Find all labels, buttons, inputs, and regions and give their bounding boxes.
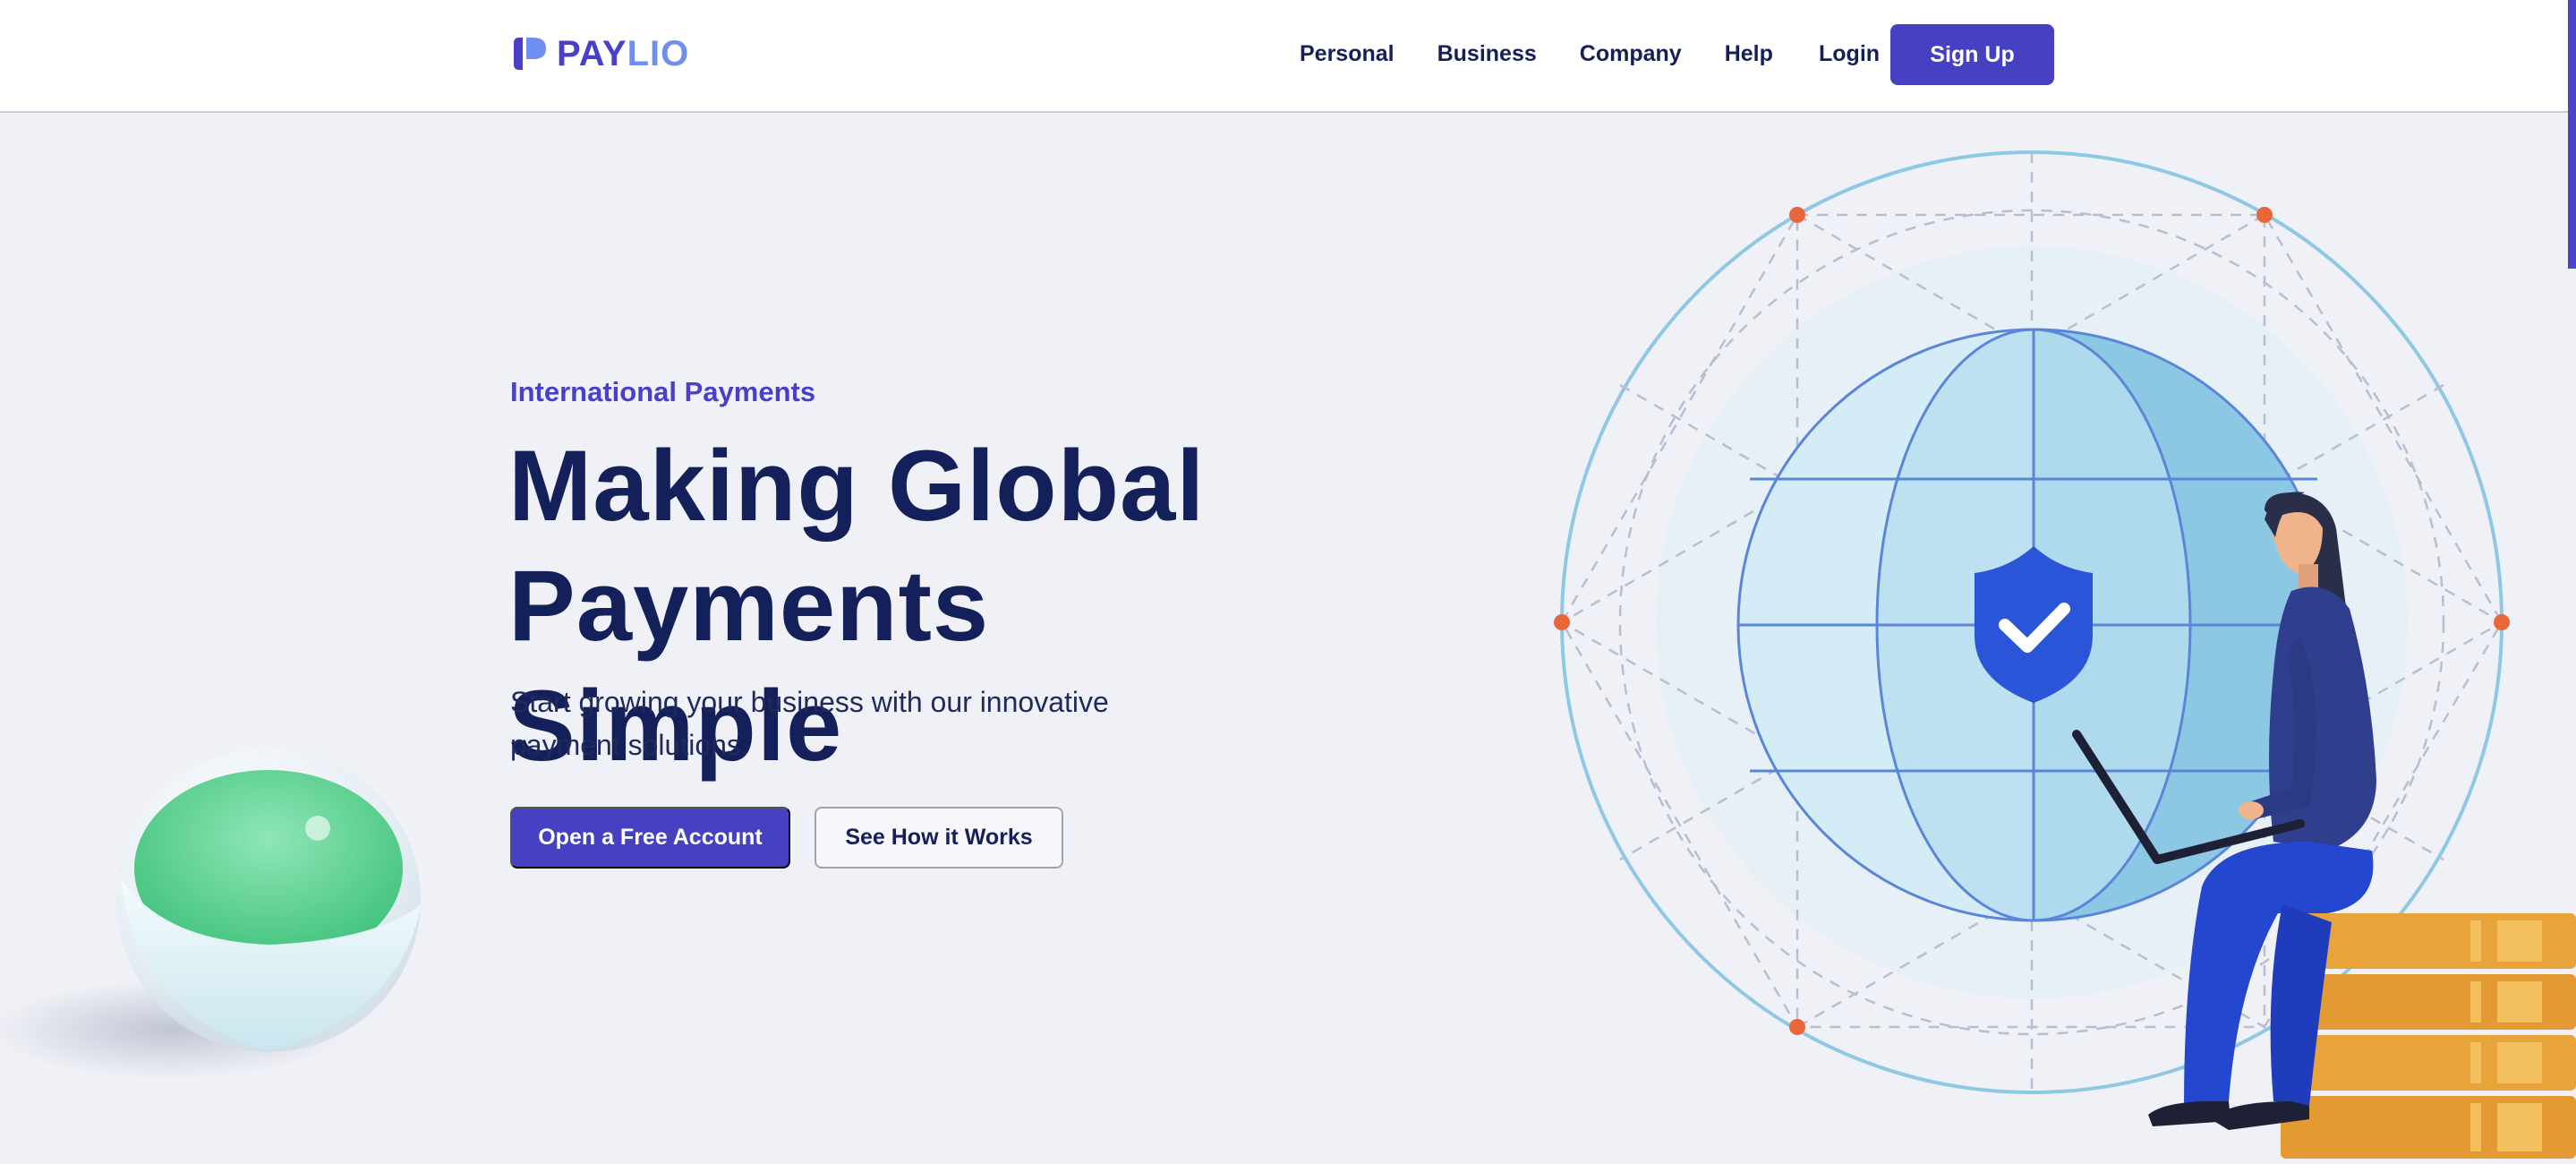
see-how-it-works-button[interactable]: See How it Works bbox=[815, 807, 1063, 869]
signup-button[interactable]: Sign Up bbox=[1890, 24, 2054, 85]
open-account-button[interactable]: Open a Free Account bbox=[510, 807, 790, 869]
hero-headline-line1: Making Global bbox=[508, 430, 1206, 542]
hero-subtext: Start growing your business with our inn… bbox=[510, 686, 1109, 761]
brand-name-part2: LIO bbox=[627, 34, 690, 73]
brand-logo[interactable]: PAYLIO bbox=[510, 36, 689, 72]
nav-item-personal[interactable]: Personal bbox=[1300, 36, 1395, 72]
brand-name: PAYLIO bbox=[557, 36, 689, 72]
hero-illustration bbox=[1554, 150, 2576, 1159]
nav-item-company[interactable]: Company bbox=[1580, 36, 1682, 72]
brand-name-part1: PAY bbox=[557, 34, 627, 73]
site-header: PAYLIO Personal Business Company Help Lo… bbox=[0, 0, 2576, 113]
login-link[interactable]: Login bbox=[1819, 36, 1880, 72]
main-nav: Personal Business Company Help bbox=[1300, 36, 1773, 72]
nav-item-help[interactable]: Help bbox=[1725, 36, 1773, 72]
decorative-orb-illustration bbox=[0, 748, 421, 1079]
hero-eyebrow: International Payments bbox=[510, 376, 816, 407]
nav-item-business[interactable]: Business bbox=[1437, 36, 1537, 72]
paylio-logo-icon bbox=[514, 38, 546, 70]
